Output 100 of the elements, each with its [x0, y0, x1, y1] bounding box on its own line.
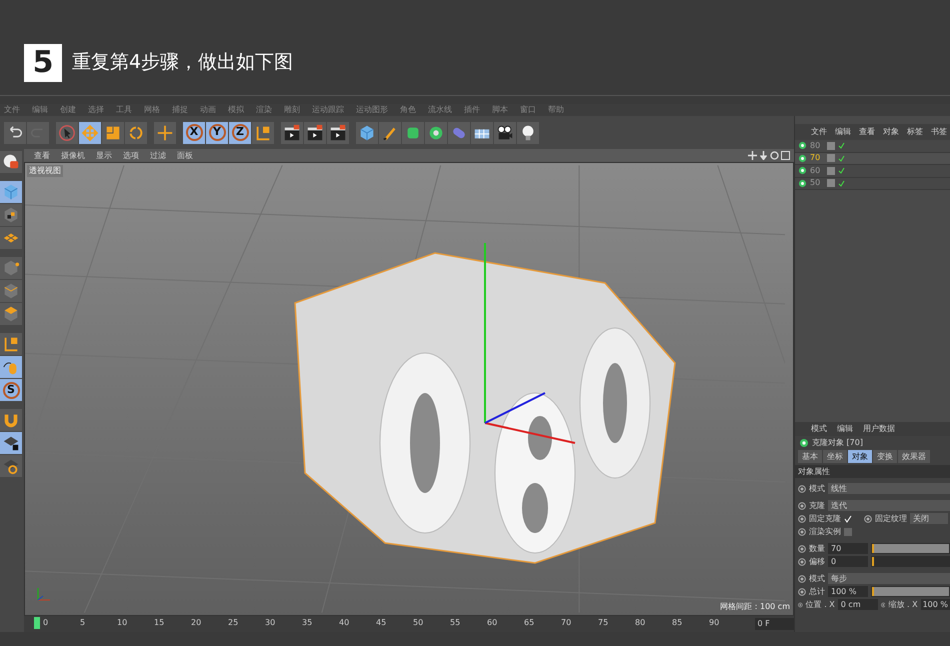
tool-button[interactable]: [425, 122, 447, 144]
menu-item[interactable]: 动画: [200, 104, 216, 116]
menu-item[interactable]: 创建: [60, 104, 76, 116]
move-view-icon[interactable]: [748, 151, 757, 160]
tool-button[interactable]: [0, 204, 22, 226]
tool-button[interactable]: [0, 151, 22, 173]
object-row[interactable]: 50: [795, 178, 950, 190]
viewport[interactable]: 透视视图 网格间距 : 100 cm: [24, 162, 794, 616]
number-field[interactable]: 100 %: [920, 599, 950, 610]
menu-item[interactable]: 运动图形: [356, 104, 388, 116]
dropdown[interactable]: 线性: [828, 483, 950, 494]
frame-number: 85: [672, 617, 682, 629]
zoom-view-icon[interactable]: [759, 151, 768, 160]
menu-item[interactable]: 运动跟踪: [312, 104, 344, 116]
frame-number: 5: [80, 617, 86, 629]
axis-lock-button[interactable]: S: [0, 379, 22, 401]
viewport-menu-item[interactable]: 显示: [96, 150, 112, 162]
menu-item[interactable]: 渲染: [256, 104, 272, 116]
checkbox[interactable]: [844, 514, 852, 522]
tab[interactable]: 变换: [873, 450, 897, 463]
menu-item[interactable]: 插件: [464, 104, 480, 116]
tab[interactable]: 对象: [848, 450, 872, 463]
menu-item[interactable]: 流水线: [428, 104, 452, 116]
tool-button[interactable]: [494, 122, 516, 144]
timeline-ruler[interactable]: 0 5 10 15 20 25 30 35 40 45 50 55 60 65 70 75 80 85 90: [32, 616, 741, 632]
viewport-menu-item[interactable]: 摄像机: [61, 150, 85, 162]
menu-item[interactable]: 雕刻: [284, 104, 300, 116]
menu-item[interactable]: 文件: [4, 104, 20, 116]
axis-lock-button[interactable]: Y: [206, 122, 228, 144]
dropdown[interactable]: 关闭: [910, 513, 948, 524]
menu-item[interactable]: 模拟: [228, 104, 244, 116]
frame-number: 0: [43, 617, 48, 629]
viewport-label: 透视视图: [27, 165, 63, 177]
animate-radio-icon[interactable]: [798, 484, 806, 492]
field-label: 缩放 . X: [888, 598, 918, 610]
frame-number: 75: [598, 617, 608, 629]
viewport-menu-item[interactable]: 面板: [177, 150, 193, 162]
axis-lock-button[interactable]: X: [183, 122, 205, 144]
menu-item[interactable]: 标签: [907, 126, 923, 138]
number-field[interactable]: 70: [828, 543, 868, 554]
number-field[interactable]: 0: [828, 556, 868, 567]
animate-radio-icon[interactable]: [880, 600, 886, 608]
tool-button[interactable]: [281, 122, 303, 144]
number-field[interactable]: 100 %: [828, 586, 868, 597]
viewport-menu-item[interactable]: 查看: [34, 150, 50, 162]
tab[interactable]: 基本: [798, 450, 822, 463]
menu-item[interactable]: 对象: [883, 126, 899, 138]
menu-item[interactable]: 窗口: [520, 104, 536, 116]
object-row[interactable]: 60: [795, 165, 950, 178]
tool-button[interactable]: [327, 122, 349, 144]
number-field[interactable]: 0 cm: [838, 599, 878, 610]
object-name: 50: [810, 177, 822, 190]
frame-number: 25: [228, 617, 238, 629]
maximize-view-icon[interactable]: [781, 151, 790, 160]
field-label: 总计: [809, 586, 825, 598]
viewport-menu-item[interactable]: 过滤: [150, 150, 166, 162]
menu-item[interactable]: 编辑: [837, 423, 853, 435]
cube-icon: [2, 183, 20, 201]
frame-field[interactable]: 0 F: [754, 618, 794, 630]
menu-item[interactable]: 编辑: [835, 126, 851, 138]
menu-item[interactable]: 角色: [400, 104, 416, 116]
cloner-icon: [799, 438, 809, 448]
tool-button[interactable]: [304, 122, 326, 144]
slider-track[interactable]: [871, 556, 950, 567]
grid-spacing-label: 网格间距 : 100 cm: [720, 601, 790, 613]
menu-item[interactable]: 网格: [144, 104, 160, 116]
frame-number: 70: [561, 617, 572, 629]
menu-item[interactable]: 查看: [859, 126, 875, 138]
object-name: 60: [810, 164, 822, 177]
frame-number: 45: [376, 617, 386, 629]
menu-item[interactable]: 帮助: [548, 104, 564, 116]
menu-item[interactable]: 工具: [116, 104, 132, 116]
step-number-badge: 5: [24, 44, 62, 82]
menu-item[interactable]: 捕捉: [172, 104, 188, 116]
menu-item[interactable]: 用户数据: [863, 423, 895, 435]
checkbox[interactable]: [844, 528, 852, 536]
menu-item[interactable]: 模式: [811, 423, 827, 435]
animate-radio-icon[interactable]: [864, 514, 872, 522]
dropdown[interactable]: 迭代: [828, 500, 950, 511]
tab[interactable]: 效果器: [898, 450, 930, 463]
menu-item[interactable]: 书签: [931, 126, 947, 138]
section-heading: 对象属性: [795, 465, 950, 478]
tool-button[interactable]: [471, 122, 493, 144]
object-row[interactable]: 70: [795, 152, 950, 165]
object-row[interactable]: 80: [795, 140, 950, 152]
field-label: 固定克隆: [809, 512, 841, 524]
tool-button[interactable]: [517, 122, 539, 144]
dropdown[interactable]: 每步: [828, 573, 950, 584]
menu-item[interactable]: 编辑: [32, 104, 48, 116]
menu-item[interactable]: 脚本: [492, 104, 508, 116]
rotate-view-icon[interactable]: [770, 151, 779, 160]
viewport-menu-item[interactable]: 选项: [123, 150, 139, 162]
tool-button[interactable]: [0, 432, 22, 454]
tab[interactable]: 坐标: [823, 450, 847, 463]
cube-points-icon: [2, 259, 20, 277]
menu-item[interactable]: 选择: [88, 104, 104, 116]
tool-button[interactable]: [4, 122, 26, 144]
field-label: 模式: [809, 572, 825, 584]
menu-item[interactable]: 文件: [811, 126, 827, 138]
axis-lock-button[interactable]: Z: [229, 122, 251, 144]
